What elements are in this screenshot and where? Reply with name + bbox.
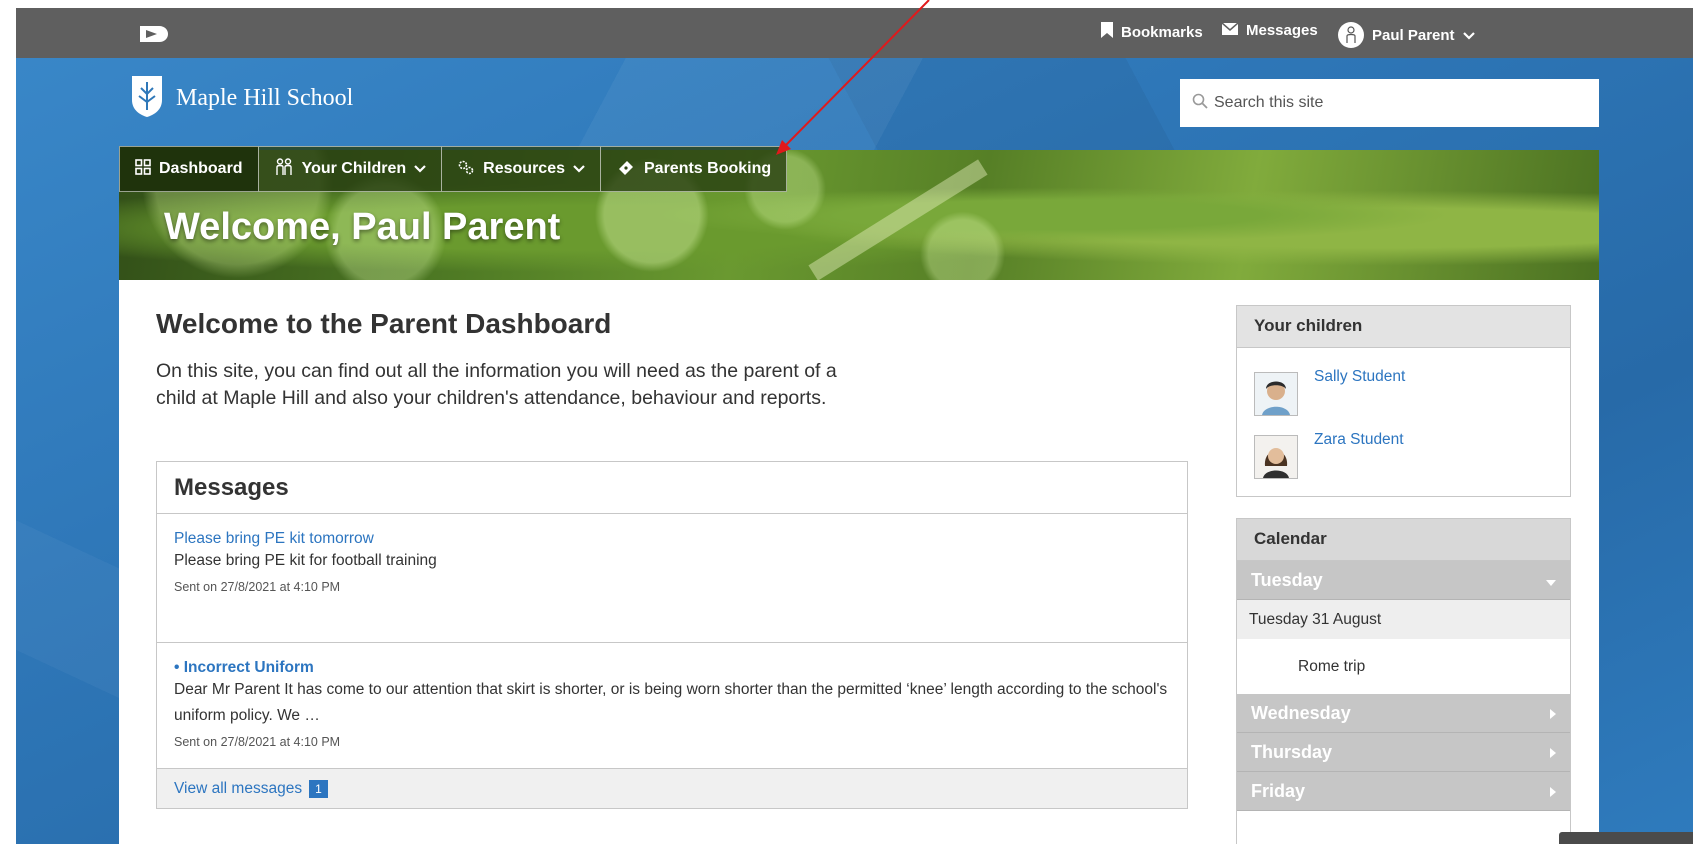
nav-dashboard[interactable]: Dashboard — [119, 146, 259, 192]
browser-viewport: Bookmarks Messages Paul Parent Maple Hil… — [16, 8, 1693, 844]
children-panel-heading: Your children — [1237, 306, 1570, 348]
calendar-panel: Calendar Tuesday Tuesday 31 August Rome … — [1236, 518, 1571, 844]
page-title: Welcome to the Parent Dashboard — [156, 308, 612, 339]
child-name-link[interactable]: Sally Student — [1314, 368, 1405, 386]
message-date: Sent on 27/8/2021 at 4:10 PM — [174, 735, 341, 749]
messages-panel: Messages Please bring PE kit tomorrow Pl… — [156, 461, 1188, 809]
calendar-day-label: Tuesday — [1251, 569, 1323, 590]
platform-logo-icon[interactable] — [137, 22, 171, 50]
unread-dot-icon: • — [174, 659, 184, 676]
calendar-event[interactable]: Rome trip — [1237, 639, 1570, 694]
gears-icon — [457, 158, 475, 181]
calendar-day-tuesday[interactable]: Tuesday — [1237, 561, 1570, 600]
unread-count-badge: 1 — [309, 779, 328, 798]
caret-down-icon — [1546, 570, 1556, 591]
intro-text: On this site, you can find out all the i… — [156, 360, 837, 409]
view-all-messages-link[interactable]: View all messages — [174, 780, 302, 798]
caret-right-icon — [1550, 781, 1556, 802]
nav-your-children[interactable]: Your Children — [257, 146, 443, 192]
site-search[interactable] — [1180, 79, 1599, 127]
calendar-day-thursday[interactable]: Thursday — [1237, 733, 1570, 772]
user-menu[interactable]: Paul Parent — [1338, 22, 1475, 48]
calendar-day-wednesday[interactable]: Wednesday — [1237, 694, 1570, 733]
corner-widget-tab[interactable] — [1559, 832, 1693, 844]
calendar-day-friday[interactable]: Friday — [1237, 772, 1570, 811]
child-avatar[interactable] — [1254, 372, 1298, 416]
calendar-date: Tuesday 31 August — [1237, 600, 1570, 639]
nav-resources-label: Resources — [483, 160, 565, 177]
chevron-down-icon — [1462, 27, 1475, 44]
message-body: Please bring PE kit for football trainin… — [174, 552, 437, 569]
message-title-text: Incorrect Uniform — [183, 659, 314, 676]
caret-right-icon — [1550, 742, 1556, 763]
user-avatar-icon — [1338, 22, 1364, 48]
messages-link[interactable]: Messages — [1221, 22, 1318, 39]
school-crest-icon — [130, 74, 164, 122]
children-panel: Your children Sally Student Zara Student — [1236, 305, 1571, 497]
school-name: Maple Hill School — [176, 84, 354, 111]
nav-parents-booking-label: Parents Booking — [644, 160, 772, 177]
welcome-heading: Welcome, Paul Parent — [164, 206, 561, 248]
message-title[interactable]: Please bring PE kit tomorrow — [174, 530, 1170, 548]
ticket-icon — [616, 158, 636, 181]
message-item[interactable]: • Incorrect Uniform Dear Mr Parent It ha… — [157, 642, 1187, 749]
message-title-unread[interactable]: • Incorrect Uniform — [174, 659, 1170, 677]
calendar-day-label: Thursday — [1251, 741, 1333, 762]
message-body: Dear Mr Parent It has come to our attent… — [174, 681, 1168, 724]
nav-parents-booking[interactable]: Parents Booking — [600, 146, 788, 192]
child-item[interactable]: Zara Student — [1237, 425, 1570, 488]
bookmarks-label: Bookmarks — [1121, 23, 1203, 41]
message-date: Sent on 27/8/2021 at 4:10 PM — [174, 580, 341, 594]
bookmark-icon — [1101, 22, 1113, 42]
view-all-messages-bar: View all messages 1 — [157, 768, 1187, 808]
grid-icon — [135, 158, 151, 180]
child-name-link[interactable]: Zara Student — [1314, 431, 1404, 449]
calendar-heading: Calendar — [1237, 519, 1570, 561]
child-item[interactable]: Sally Student — [1237, 362, 1570, 425]
nav-your-children-label: Your Children — [301, 160, 407, 177]
family-icon — [274, 157, 294, 181]
messages-label: Messages — [1246, 22, 1318, 39]
chevron-down-icon — [414, 160, 426, 178]
calendar-day-label: Wednesday — [1251, 702, 1351, 723]
nav-resources[interactable]: Resources — [441, 146, 601, 192]
bookmarks-link[interactable]: Bookmarks — [1101, 22, 1203, 42]
search-icon — [1192, 93, 1208, 113]
main-navigation: Dashboard Your Children Resources Parent… — [119, 146, 788, 192]
message-item[interactable]: Please bring PE kit tomorrow Please brin… — [157, 514, 1187, 642]
search-input[interactable] — [1214, 94, 1574, 112]
user-name: Paul Parent — [1372, 26, 1455, 44]
envelope-icon — [1221, 22, 1239, 39]
caret-right-icon — [1550, 703, 1556, 724]
child-avatar[interactable] — [1254, 435, 1298, 479]
main-content: Welcome to the Parent Dashboard On this … — [119, 280, 1599, 844]
school-logo[interactable]: Maple Hill School — [130, 74, 353, 122]
calendar-day-label: Friday — [1251, 780, 1306, 801]
nav-dashboard-label: Dashboard — [159, 160, 243, 177]
top-bar: Bookmarks Messages Paul Parent — [16, 8, 1693, 58]
messages-heading: Messages — [157, 462, 1187, 514]
chevron-down-icon — [573, 160, 585, 178]
